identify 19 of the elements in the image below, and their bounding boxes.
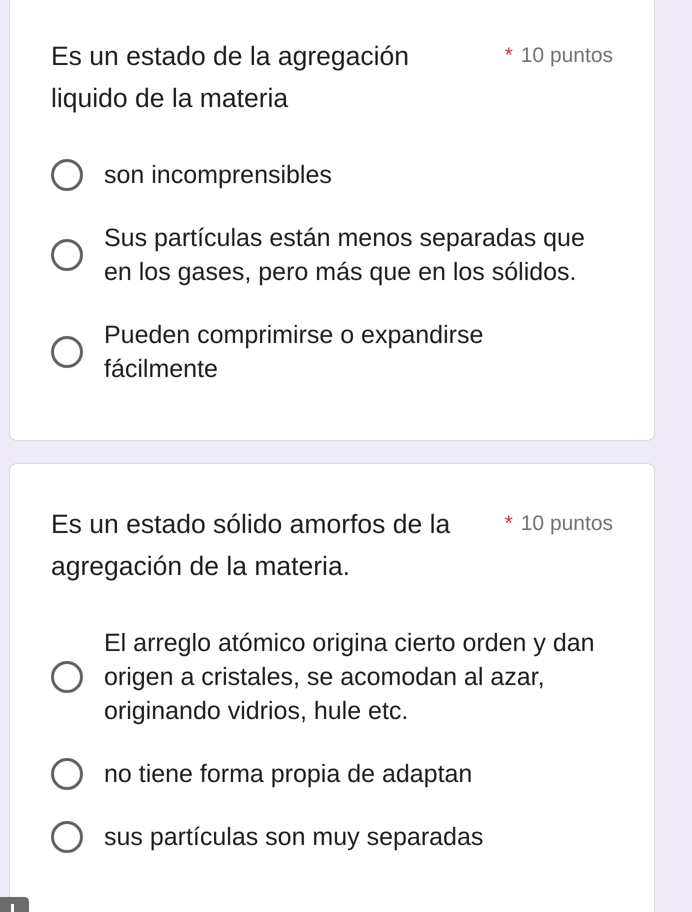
question-title: Es un estado sólido amorfos de la agregación de la materia. [51, 508, 452, 583]
handle-icon[interactable] [0, 897, 29, 912]
option-label: no tiene forma propia de adaptan [104, 759, 472, 790]
option-label: sus partículas son muy separadas [104, 822, 484, 853]
question-title: Es un estado de la agregación liquido de la materia [51, 40, 410, 115]
option-label: Sus partículas están menos separadas que en los gases, pero más que en los sólidos. [104, 223, 586, 288]
radio-button[interactable] [51, 821, 83, 853]
points-label: 10 puntos [520, 511, 613, 537]
radio-button[interactable] [51, 336, 83, 368]
required-asterisk: * [504, 43, 513, 69]
option-label: Pueden comprimirse o expandirse fácilmente [104, 320, 484, 385]
radio-button[interactable] [51, 239, 83, 271]
radio-button[interactable] [51, 661, 83, 693]
radio-button[interactable] [51, 159, 83, 191]
required-asterisk: * [504, 511, 513, 537]
points-label: 10 puntos [520, 43, 613, 69]
radio-button[interactable] [51, 758, 83, 790]
option-label: son incomprensibles [104, 160, 332, 191]
option-label: El arreglo atómico origina cierto orden y dan origen a cristales, se acomodan al azar, originando vidrios, hule etc. [104, 628, 596, 727]
